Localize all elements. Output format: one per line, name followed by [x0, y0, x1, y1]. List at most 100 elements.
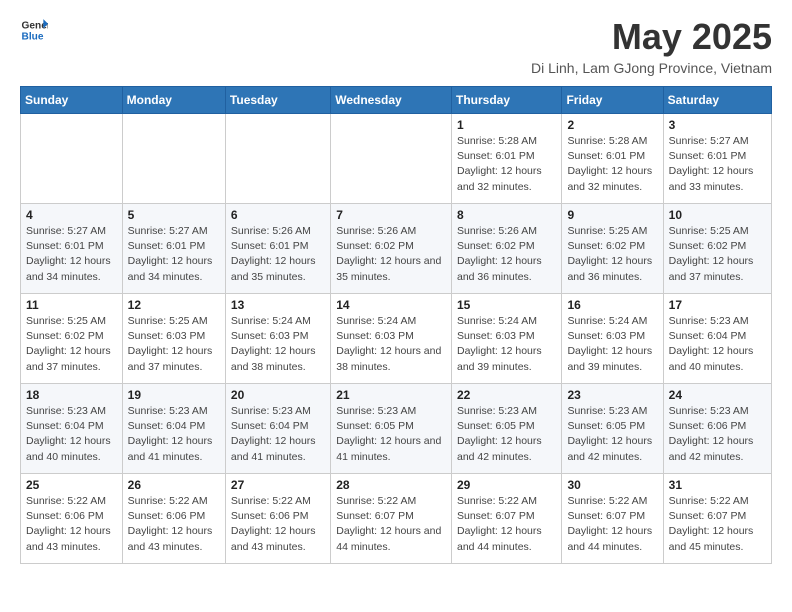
col-monday: Monday	[122, 87, 225, 114]
table-row: 15 Sunrise: 5:24 AM Sunset: 6:03 PM Dayli…	[451, 294, 561, 384]
table-row: 21Sunrise: 5:23 AM Sunset: 6:05 PM Dayli…	[331, 384, 452, 474]
day-number: 22	[457, 388, 556, 402]
day-number: 19	[128, 388, 220, 402]
logo: General Blue	[20, 16, 48, 44]
day-info: Sunrise: 5:24 AM Sunset: 6:03 PM Dayligh…	[457, 314, 556, 375]
calendar-table: Sunday Monday Tuesday Wednesday Thursday…	[20, 86, 772, 564]
table-row: 8Sunrise: 5:26 AM Sunset: 6:02 PM Daylig…	[451, 204, 561, 294]
page-header: General Blue May 2025 Di Linh, Lam GJong…	[20, 16, 772, 76]
table-row: 26Sunrise: 5:22 AM Sunset: 6:06 PM Dayli…	[122, 474, 225, 564]
table-row	[21, 114, 123, 204]
day-number: 26	[128, 478, 220, 492]
day-info: Sunrise: 5:23 AM Sunset: 6:04 PM Dayligh…	[231, 404, 325, 465]
day-info: Sunrise: 5:27 AM Sunset: 6:01 PM Dayligh…	[128, 224, 220, 285]
table-row: 10 Sunrise: 5:25 AM Sunset: 6:02 PM Dayli…	[663, 204, 771, 294]
calendar-week-row: 18 Sunrise: 5:23 AM Sunset: 6:04 PM Dayli…	[21, 384, 772, 474]
table-row: 5 Sunrise: 5:27 AM Sunset: 6:01 PM Daylig…	[122, 204, 225, 294]
table-row: 27 Sunrise: 5:22 AM Sunset: 6:06 PM Dayli…	[225, 474, 330, 564]
day-number: 20	[231, 388, 325, 402]
col-wednesday: Wednesday	[331, 87, 452, 114]
calendar-subtitle: Di Linh, Lam GJong Province, Vietnam	[531, 60, 772, 76]
table-row	[225, 114, 330, 204]
table-row: 14 Sunrise: 5:24 AM Sunset: 6:03 PM Dayli…	[331, 294, 452, 384]
day-info: Sunrise: 5:23 AM Sunset: 6:05 PM Dayligh…	[457, 404, 556, 465]
day-number: 24	[669, 388, 766, 402]
col-saturday: Saturday	[663, 87, 771, 114]
table-row: 6Sunrise: 5:26 AM Sunset: 6:01 PM Daylig…	[225, 204, 330, 294]
day-info: Sunrise: 5:25 AM Sunset: 6:02 PM Dayligh…	[669, 224, 766, 285]
day-number: 16	[567, 298, 657, 312]
table-row: 30Sunrise: 5:22 AM Sunset: 6:07 PM Dayli…	[562, 474, 663, 564]
day-number: 11	[26, 298, 117, 312]
table-row: 19 Sunrise: 5:23 AM Sunset: 6:04 PM Dayli…	[122, 384, 225, 474]
day-info: Sunrise: 5:22 AM Sunset: 6:07 PM Dayligh…	[457, 494, 556, 555]
day-number: 18	[26, 388, 117, 402]
table-row: 16 Sunrise: 5:24 AM Sunset: 6:03 PM Dayli…	[562, 294, 663, 384]
day-info: Sunrise: 5:22 AM Sunset: 6:07 PM Dayligh…	[669, 494, 766, 555]
calendar-title: May 2025	[531, 16, 772, 58]
day-info: Sunrise: 5:24 AM Sunset: 6:03 PM Dayligh…	[231, 314, 325, 375]
col-thursday: Thursday	[451, 87, 561, 114]
day-info: Sunrise: 5:25 AM Sunset: 6:03 PM Dayligh…	[128, 314, 220, 375]
table-row: 31 Sunrise: 5:22 AM Sunset: 6:07 PM Dayli…	[663, 474, 771, 564]
day-number: 9	[567, 208, 657, 222]
table-row: 23 Sunrise: 5:23 AM Sunset: 6:05 PM Dayli…	[562, 384, 663, 474]
table-row	[331, 114, 452, 204]
calendar-week-row: 25 Sunrise: 5:22 AM Sunset: 6:06 PM Dayli…	[21, 474, 772, 564]
day-number: 4	[26, 208, 117, 222]
day-info: Sunrise: 5:23 AM Sunset: 6:05 PM Dayligh…	[567, 404, 657, 465]
day-info: Sunrise: 5:22 AM Sunset: 6:07 PM Dayligh…	[336, 494, 446, 555]
table-row: 25Sunrise: 5:22 AM Sunset: 6:06 PM Dayli…	[21, 474, 123, 564]
table-row: 11 Sunrise: 5:25 AM Sunset: 6:02 PM Dayli…	[21, 294, 123, 384]
col-sunday: Sunday	[21, 87, 123, 114]
day-number: 29	[457, 478, 556, 492]
day-info: Sunrise: 5:22 AM Sunset: 6:07 PM Dayligh…	[567, 494, 657, 555]
svg-text:Blue: Blue	[22, 31, 44, 42]
day-info: Sunrise: 5:28 AM Sunset: 6:01 PM Dayligh…	[457, 134, 556, 195]
day-number: 8	[457, 208, 556, 222]
table-row: 7 Sunrise: 5:26 AM Sunset: 6:02 PM Daylig…	[331, 204, 452, 294]
table-row: 2Sunrise: 5:28 AM Sunset: 6:01 PM Daylig…	[562, 114, 663, 204]
day-number: 15	[457, 298, 556, 312]
table-row: 13 Sunrise: 5:24 AM Sunset: 6:03 PM Dayli…	[225, 294, 330, 384]
table-row: 1 Sunrise: 5:28 AM Sunset: 6:01 PM Daylig…	[451, 114, 561, 204]
day-info: Sunrise: 5:24 AM Sunset: 6:03 PM Dayligh…	[336, 314, 446, 375]
calendar-header-row: Sunday Monday Tuesday Wednesday Thursday…	[21, 87, 772, 114]
day-info: Sunrise: 5:25 AM Sunset: 6:02 PM Dayligh…	[567, 224, 657, 285]
day-number: 25	[26, 478, 117, 492]
day-number: 12	[128, 298, 220, 312]
day-info: Sunrise: 5:27 AM Sunset: 6:01 PM Dayligh…	[26, 224, 117, 285]
day-number: 17	[669, 298, 766, 312]
day-info: Sunrise: 5:22 AM Sunset: 6:06 PM Dayligh…	[231, 494, 325, 555]
day-info: Sunrise: 5:23 AM Sunset: 6:04 PM Dayligh…	[128, 404, 220, 465]
day-number: 27	[231, 478, 325, 492]
day-number: 23	[567, 388, 657, 402]
calendar-week-row: 1 Sunrise: 5:28 AM Sunset: 6:01 PM Daylig…	[21, 114, 772, 204]
col-tuesday: Tuesday	[225, 87, 330, 114]
day-info: Sunrise: 5:23 AM Sunset: 6:04 PM Dayligh…	[26, 404, 117, 465]
day-number: 5	[128, 208, 220, 222]
day-number: 1	[457, 118, 556, 132]
table-row: 9 Sunrise: 5:25 AM Sunset: 6:02 PM Daylig…	[562, 204, 663, 294]
generalblue-logo-icon: General Blue	[20, 16, 48, 44]
day-info: Sunrise: 5:25 AM Sunset: 6:02 PM Dayligh…	[26, 314, 117, 375]
table-row: 22 Sunrise: 5:23 AM Sunset: 6:05 PM Dayli…	[451, 384, 561, 474]
day-info: Sunrise: 5:23 AM Sunset: 6:05 PM Dayligh…	[336, 404, 446, 465]
day-info: Sunrise: 5:23 AM Sunset: 6:04 PM Dayligh…	[669, 314, 766, 375]
day-info: Sunrise: 5:27 AM Sunset: 6:01 PM Dayligh…	[669, 134, 766, 195]
day-number: 10	[669, 208, 766, 222]
day-info: Sunrise: 5:26 AM Sunset: 6:02 PM Dayligh…	[336, 224, 446, 285]
table-row: 3 Sunrise: 5:27 AM Sunset: 6:01 PM Daylig…	[663, 114, 771, 204]
calendar-week-row: 11 Sunrise: 5:25 AM Sunset: 6:02 PM Dayli…	[21, 294, 772, 384]
calendar-title-area: May 2025 Di Linh, Lam GJong Province, Vi…	[531, 16, 772, 76]
day-number: 13	[231, 298, 325, 312]
day-info: Sunrise: 5:23 AM Sunset: 6:06 PM Dayligh…	[669, 404, 766, 465]
day-number: 14	[336, 298, 446, 312]
day-info: Sunrise: 5:24 AM Sunset: 6:03 PM Dayligh…	[567, 314, 657, 375]
table-row	[122, 114, 225, 204]
day-number: 6	[231, 208, 325, 222]
day-number: 7	[336, 208, 446, 222]
day-number: 3	[669, 118, 766, 132]
day-number: 31	[669, 478, 766, 492]
calendar-week-row: 4 Sunrise: 5:27 AM Sunset: 6:01 PM Daylig…	[21, 204, 772, 294]
